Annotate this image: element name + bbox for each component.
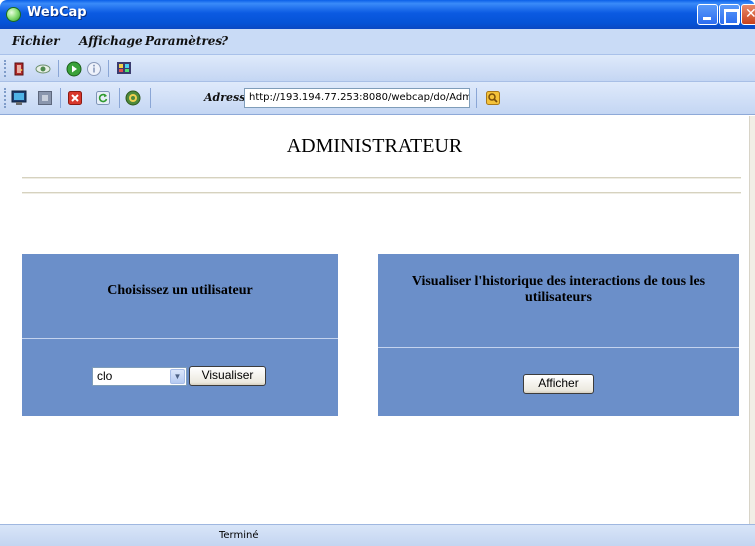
panel-divider (378, 347, 739, 348)
scrollbar[interactable] (749, 116, 755, 524)
menu-bar: Fichier Affichage Paramètres ? (0, 29, 755, 55)
user-select-heading: Choisissez un utilisateur (107, 283, 253, 298)
visualiser-button[interactable]: Visualiser (189, 366, 266, 386)
toolbar-grip[interactable] (4, 88, 7, 108)
go-address-icon[interactable] (485, 90, 501, 106)
menu-affichage[interactable]: Affichage (79, 34, 143, 48)
toolbar-separator (476, 88, 477, 108)
stop-record-icon[interactable] (37, 90, 53, 106)
refresh-icon[interactable] (95, 90, 111, 106)
menu-help[interactable]: ? (221, 34, 228, 48)
menu-fichier[interactable]: Fichier (12, 34, 60, 48)
minimize-button[interactable] (697, 4, 718, 25)
user-select-panel: Choisissez un utilisateur clo ▼ Visualis… (22, 254, 338, 416)
user-select[interactable]: clo ▼ (92, 367, 187, 386)
divider-line (22, 192, 741, 194)
afficher-button[interactable]: Afficher (523, 374, 594, 394)
record-icon[interactable] (125, 90, 141, 106)
app-logo-icon (6, 7, 21, 22)
status-text: Terminé (219, 530, 259, 541)
monitor-icon[interactable] (11, 90, 27, 106)
history-heading: Visualiser l'historique des interactions… (411, 274, 706, 305)
close-red-icon[interactable] (67, 90, 83, 106)
view-icon[interactable] (35, 61, 51, 77)
toolbar-separator (119, 88, 120, 108)
close-button[interactable] (741, 4, 755, 25)
title-bar: WebCap (0, 0, 755, 29)
toolbar-grip[interactable] (4, 60, 7, 77)
toolbar-separator (108, 60, 109, 77)
toolbar-separator (58, 60, 59, 77)
menu-parametres[interactable]: Paramètres (145, 34, 222, 48)
panel-divider (22, 338, 338, 339)
page-content: ADMINISTRATEUR Choisissez un utilisateur… (0, 116, 749, 524)
status-bar: Terminé (0, 524, 755, 546)
toolbar-address: Adresse http://193.194.77.253:8080/webca… (0, 82, 755, 115)
toolbar-separator (150, 88, 151, 108)
film-icon[interactable] (116, 60, 132, 76)
maximize-button[interactable] (719, 4, 740, 25)
window-title: WebCap (27, 5, 87, 20)
exit-icon[interactable] (12, 61, 28, 77)
history-panel: Visualiser l'historique des interactions… (378, 254, 739, 416)
go-icon[interactable] (66, 61, 82, 77)
user-select-value: clo (97, 369, 113, 383)
page-title: ADMINISTRATEUR (286, 135, 463, 157)
toolbar-primary (0, 55, 755, 82)
divider-line (22, 177, 741, 179)
toolbar-separator (60, 88, 61, 108)
info-icon[interactable] (86, 61, 102, 77)
chevron-down-icon[interactable]: ▼ (170, 369, 185, 384)
address-input[interactable]: http://193.194.77.253:8080/webcap/do/Adm… (244, 88, 470, 108)
